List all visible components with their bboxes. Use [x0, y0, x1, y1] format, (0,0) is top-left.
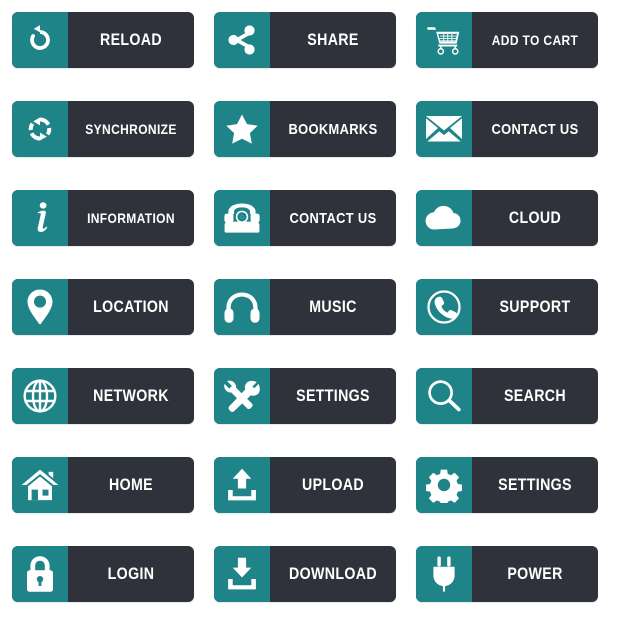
power-plug-icon	[416, 546, 472, 602]
button-label: CONTACT US	[289, 209, 377, 227]
star-icon	[214, 101, 270, 157]
share-icon	[214, 12, 270, 68]
button-label: UPLOAD	[301, 475, 364, 494]
button-label: NETWORK	[93, 386, 169, 405]
reload-icon	[12, 12, 68, 68]
button-power[interactable]: POWER	[416, 546, 598, 602]
globe-icon	[12, 368, 68, 424]
info-icon	[12, 190, 68, 246]
padlock-icon	[12, 546, 68, 602]
button-label: INFORMATION	[87, 210, 175, 226]
envelope-icon	[416, 101, 472, 157]
tools-icon	[214, 368, 270, 424]
button-upload[interactable]: UPLOAD	[214, 457, 396, 513]
button-location[interactable]: LOCATION	[12, 279, 194, 335]
button-label: MUSIC	[309, 297, 357, 316]
shopping-cart-icon	[416, 12, 472, 68]
button-bookmarks[interactable]: BOOKMARKS	[214, 101, 396, 157]
gear-icon	[416, 457, 472, 513]
button-label: DOWNLOAD	[289, 564, 377, 583]
house-icon	[12, 457, 68, 513]
button-label: SUPPORT	[499, 297, 571, 316]
phone-handset-icon	[416, 279, 472, 335]
button-label: LOCATION	[93, 297, 169, 316]
button-grid: RELOAD SHARE ADD TO CART SYNCHRONIZE BOOKMAR…	[0, 0, 626, 626]
button-add-to-cart[interactable]: ADD TO CART	[416, 12, 598, 68]
button-label: CLOUD	[508, 208, 562, 227]
button-search[interactable]: SEARCH	[416, 368, 598, 424]
button-label: SEARCH	[503, 386, 566, 405]
button-label: SETTINGS	[498, 475, 572, 494]
download-icon	[214, 546, 270, 602]
button-label: RELOAD	[99, 30, 162, 49]
button-network[interactable]: NETWORK	[12, 368, 194, 424]
button-home[interactable]: HOME	[12, 457, 194, 513]
sync-icon	[12, 101, 68, 157]
headphones-icon	[214, 279, 270, 335]
button-settings-tools[interactable]: SETTINGS	[214, 368, 396, 424]
button-music[interactable]: MUSIC	[214, 279, 396, 335]
button-contact-us-phone[interactable]: CONTACT US	[214, 190, 396, 246]
button-information[interactable]: INFORMATION	[12, 190, 194, 246]
button-label: SETTINGS	[296, 386, 370, 405]
button-reload[interactable]: RELOAD	[12, 12, 194, 68]
button-login[interactable]: LOGIN	[12, 546, 194, 602]
button-support[interactable]: SUPPORT	[416, 279, 598, 335]
button-label: ADD TO CART	[491, 32, 579, 48]
button-label: SYNCHRONIZE	[85, 121, 177, 137]
button-label: POWER	[507, 564, 563, 583]
magnifier-icon	[416, 368, 472, 424]
map-pin-icon	[12, 279, 68, 335]
button-synchronize[interactable]: SYNCHRONIZE	[12, 101, 194, 157]
button-cloud[interactable]: CLOUD	[416, 190, 598, 246]
button-label: LOGIN	[107, 564, 155, 583]
button-download[interactable]: DOWNLOAD	[214, 546, 396, 602]
button-label: HOME	[109, 475, 153, 494]
button-label: SHARE	[307, 30, 359, 49]
upload-icon	[214, 457, 270, 513]
button-label: CONTACT US	[491, 120, 579, 138]
cloud-icon	[416, 190, 472, 246]
button-settings-gear[interactable]: SETTINGS	[416, 457, 598, 513]
button-share[interactable]: SHARE	[214, 12, 396, 68]
telephone-icon	[214, 190, 270, 246]
button-contact-us-mail[interactable]: CONTACT US	[416, 101, 598, 157]
button-label: BOOKMARKS	[288, 120, 378, 138]
